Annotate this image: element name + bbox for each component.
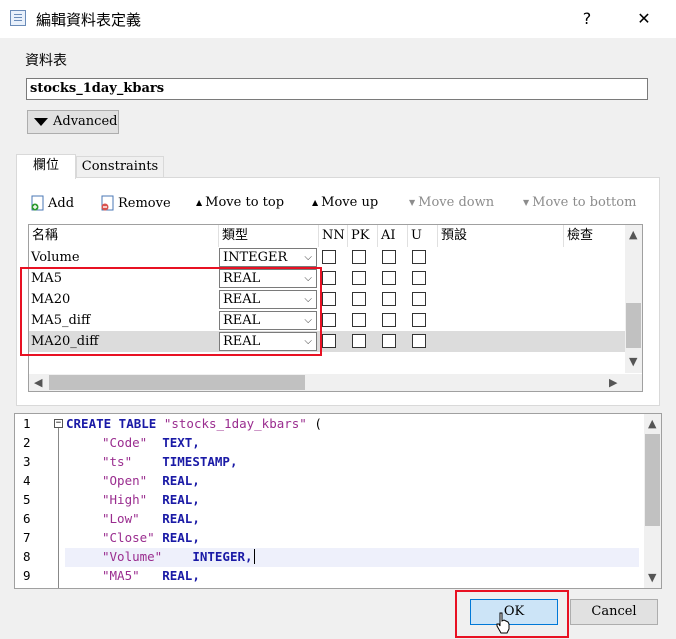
move-up-button[interactable]: ▲ Move up [312,195,378,210]
scroll-up-icon[interactable]: ▲ [629,228,637,241]
highlight-box-fields [20,267,322,356]
code-line: "Volume" INTEGER, [102,549,255,564]
remove-label: Remove [118,195,171,211]
remove-field-button[interactable]: Remove [101,195,171,211]
ai-checkbox[interactable] [382,250,396,264]
pk-checkbox[interactable] [352,271,366,285]
pk-checkbox[interactable] [352,292,366,306]
grid-horizontal-scrollbar[interactable]: ◀ ▶ [29,374,642,391]
code-line: "High" REAL, [102,492,200,507]
text-cursor [253,549,255,564]
line-number: 3 [23,454,31,469]
move-top-icon: ▲ [196,198,203,207]
move-to-bottom-label: Move to bottom [532,195,637,210]
nn-checkbox[interactable] [322,292,336,306]
table-name-input[interactable]: stocks_1day_kbars [26,78,648,100]
nn-checkbox[interactable] [322,271,336,285]
tab-constraints[interactable]: Constraints [76,156,164,178]
highlight-box-ok [455,590,569,638]
table-icon [10,10,26,26]
window-title: 編輯資料表定義 [36,11,142,29]
grid-vertical-scroll-thumb[interactable] [626,303,641,348]
code-line: "Code" TEXT, [102,435,200,450]
line-number: 9 [23,568,31,583]
move-to-bottom-button[interactable]: ▼ Move to bottom [523,195,636,210]
remove-field-icon [101,195,114,211]
triangle-down-icon [34,118,48,126]
u-checkbox[interactable] [412,250,426,264]
help-button[interactable]: ? [567,6,607,32]
cancel-button[interactable]: Cancel [570,599,658,625]
column-header-ai[interactable]: AI [378,225,408,247]
pk-checkbox[interactable] [352,250,366,264]
u-checkbox[interactable] [412,271,426,285]
code-line: "Close" REAL, [102,530,200,545]
editor-scroll-thumb[interactable] [645,434,660,526]
pk-checkbox[interactable] [352,313,366,327]
nn-checkbox[interactable] [322,250,336,264]
move-bottom-icon: ▼ [523,198,530,207]
arrow-down-icon: ▼ [409,198,416,207]
table-group-label: 資料表 [25,53,67,69]
line-number: 4 [23,473,31,488]
code-line: "Low" REAL, [102,511,200,526]
move-to-top-button[interactable]: ▲ Move to top [196,195,284,210]
line-number: 7 [23,530,31,545]
column-header-type[interactable]: 類型 [219,225,319,247]
hand-cursor-icon [496,612,510,634]
editor-vertical-scrollbar[interactable]: ▲ ▼ [644,414,661,588]
u-checkbox[interactable] [412,313,426,327]
column-header-name[interactable]: 名稱 [29,225,219,247]
ai-checkbox[interactable] [382,292,396,306]
pk-checkbox[interactable] [352,334,366,348]
ai-checkbox[interactable] [382,271,396,285]
arrow-up-icon: ▲ [312,198,319,207]
ai-checkbox[interactable] [382,313,396,327]
column-header-nn[interactable]: NN [319,225,348,247]
code-line: "ts" TIMESTAMP, [102,454,238,469]
u-checkbox[interactable] [412,292,426,306]
add-field-button[interactable]: Add [31,195,74,211]
code-line: CREATE TABLE "stocks_1day_kbars" ( [66,416,322,431]
ai-checkbox[interactable] [382,334,396,348]
chevron-down-icon: ⌵ [304,252,312,263]
close-button[interactable]: ✕ [624,6,664,32]
line-number: 1 [23,416,31,431]
scroll-up-icon[interactable]: ▲ [648,417,656,430]
column-header-u[interactable]: U [408,225,438,247]
line-number: 8 [23,549,31,564]
fold-toggle-icon[interactable]: − [54,419,63,428]
table-row[interactable]: Volume INTEGER ⌵ [29,247,626,268]
u-checkbox[interactable] [412,334,426,348]
field-name[interactable]: Volume [29,247,80,268]
scroll-down-icon[interactable]: ▼ [629,355,637,368]
move-up-label: Move up [321,195,379,210]
move-down-button[interactable]: ▼ Move down [409,195,494,210]
add-field-icon [31,195,44,211]
grid-vertical-scrollbar[interactable]: ▲ ▼ [625,225,642,373]
scroll-right-icon[interactable]: ▶ [609,376,617,389]
scroll-left-icon[interactable]: ◀ [34,376,42,389]
fold-line [58,428,59,588]
line-number: 5 [23,492,31,507]
tab-fields[interactable]: 欄位 [16,154,76,179]
code-line: "MA5" REAL, [102,568,200,583]
advanced-label: Advanced [53,114,118,129]
nn-checkbox[interactable] [322,313,336,327]
scroll-down-icon[interactable]: ▼ [648,571,656,584]
advanced-button[interactable]: Advanced [27,110,119,134]
grid-horizontal-scroll-thumb[interactable] [49,375,305,390]
move-down-label: Move down [418,195,495,210]
column-header-default[interactable]: 預設 [438,225,564,247]
move-to-top-label: Move to top [205,195,285,210]
column-header-check[interactable]: 檢查 [564,225,626,247]
code-line: "Open" REAL, [102,473,200,488]
type-select[interactable]: INTEGER ⌵ [219,248,317,267]
nn-checkbox[interactable] [322,334,336,348]
line-number: 2 [23,435,31,450]
column-header-pk[interactable]: PK [348,225,378,247]
add-label: Add [48,195,75,211]
sql-editor[interactable]: − 1 CREATE TABLE "stocks_1day_kbars" ( 2… [14,413,662,589]
line-number: 6 [23,511,31,526]
